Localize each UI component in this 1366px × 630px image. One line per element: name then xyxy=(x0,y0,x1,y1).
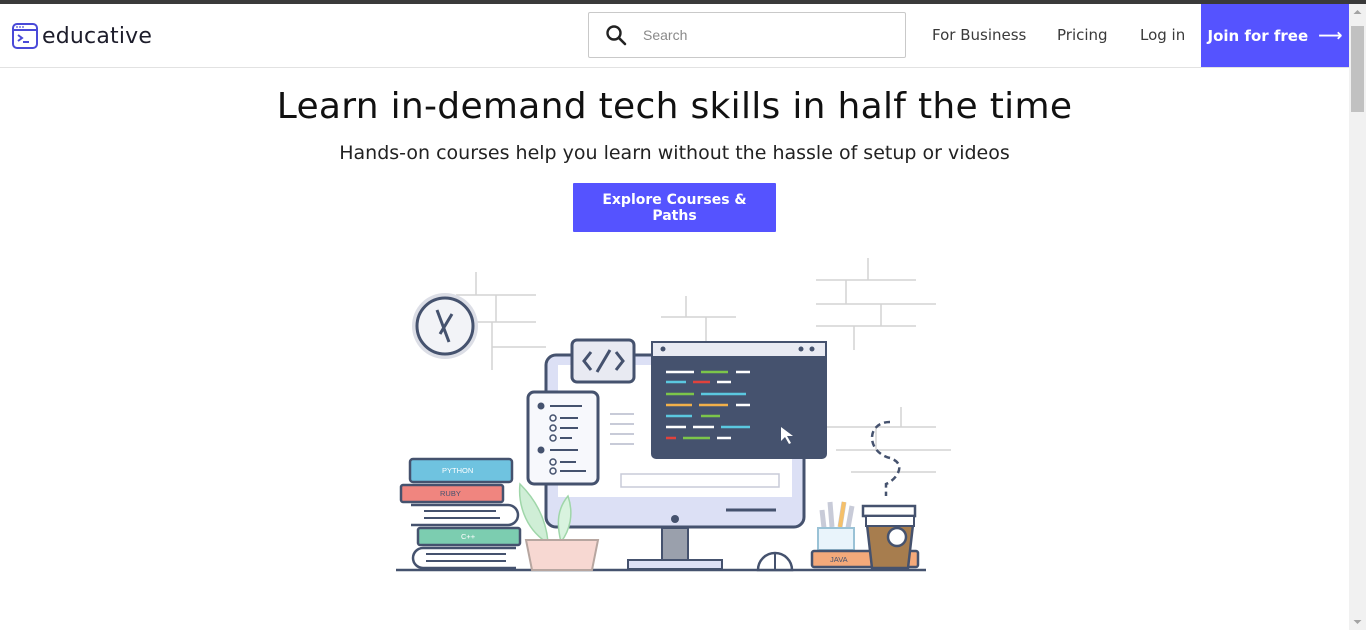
book-python-label: PYTHON xyxy=(442,466,473,475)
join-for-free-button[interactable]: Join for free ⟶ xyxy=(1201,4,1349,67)
page-scrollbar[interactable] xyxy=(1349,4,1366,630)
book-ruby-label: RUBY xyxy=(440,489,461,498)
educative-logo-icon xyxy=(12,23,38,49)
site-header: educative For Business Pricing Log in Jo… xyxy=(0,4,1349,68)
arrow-right-icon: ⟶ xyxy=(1318,25,1343,46)
educative-logo[interactable]: educative xyxy=(12,23,152,49)
nav-for-business-link[interactable]: For Business xyxy=(932,26,1026,44)
mouse-icon xyxy=(756,551,794,572)
coffee-cup-icon xyxy=(861,420,917,570)
search-input[interactable] xyxy=(641,26,875,44)
hero-subtitle: Hands-on courses help you learn without … xyxy=(339,142,1010,164)
clock-icon xyxy=(412,293,478,359)
search-icon xyxy=(606,25,627,46)
hero-illustration: PYTHON RUBY C++ JAVA xyxy=(396,258,951,572)
scrollbar-thumb[interactable] xyxy=(1351,26,1364,112)
code-icon xyxy=(570,338,636,384)
search-box[interactable] xyxy=(588,12,906,58)
scroll-up-arrow-icon[interactable] xyxy=(1349,4,1366,21)
nav-pricing-link[interactable]: Pricing xyxy=(1057,26,1108,44)
explore-courses-button[interactable]: Explore Courses & Paths xyxy=(573,183,776,232)
scroll-down-arrow-icon[interactable] xyxy=(1349,613,1366,630)
hero-title: Learn in-demand tech skills in half the … xyxy=(276,86,1073,127)
book-java-label: JAVA xyxy=(830,555,848,564)
nav-login-link[interactable]: Log in xyxy=(1140,26,1185,44)
code-editor-window xyxy=(651,341,827,459)
logo-text: educative xyxy=(42,23,153,49)
book-cpp-label: C++ xyxy=(461,532,476,541)
join-button-label: Join for free xyxy=(1207,26,1309,45)
